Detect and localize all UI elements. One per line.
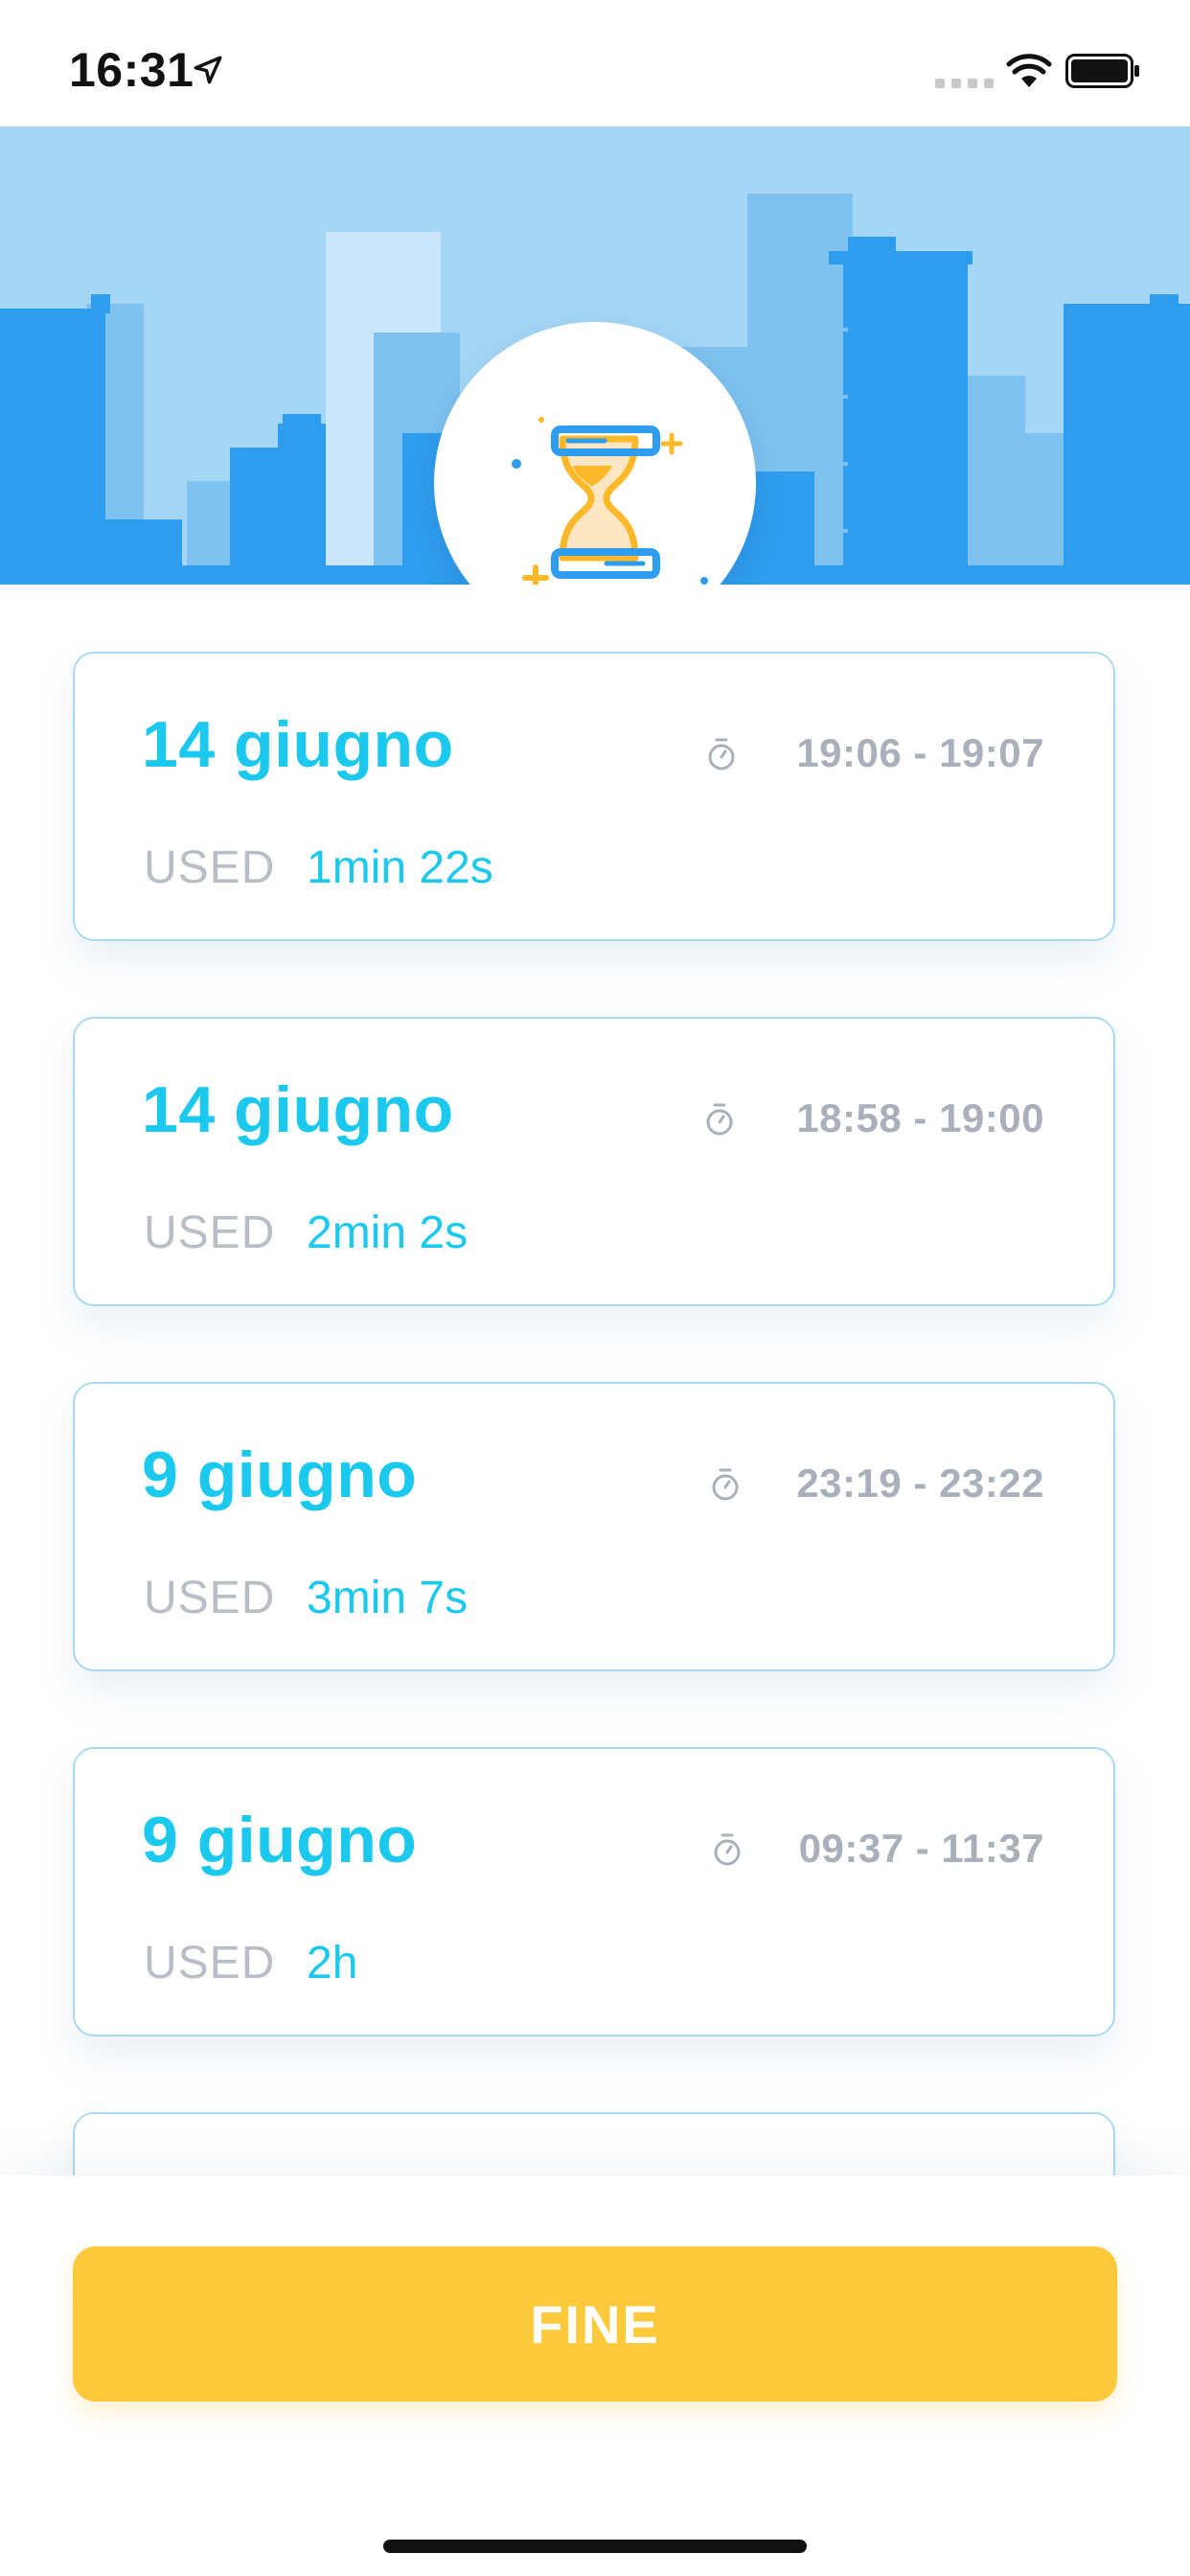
session-time-range: 09:37 - 11:37 xyxy=(798,1826,1044,1871)
session-list[interactable]: 14 giugno 19:06 - 19:07 USED 1min 22s 14… xyxy=(0,585,1190,2175)
done-button[interactable]: FINE xyxy=(73,2246,1117,2402)
session-date: 9 giugno xyxy=(142,1438,418,1511)
session-card[interactable]: 9 giugno 23:19 - 23:22 USED 3min 7s xyxy=(73,1382,1115,1671)
session-date: 14 giugno xyxy=(142,708,454,781)
stopwatch-icon xyxy=(706,1103,733,1136)
location-arrow-icon xyxy=(194,56,222,84)
used-label: USED xyxy=(144,1938,276,1989)
session-card[interactable]: 14 giugno 19:06 - 19:07 USED 1min 22s xyxy=(73,652,1115,941)
app-screen: 16:31 14 giugno 19:06 - 19:07 USED 1min … xyxy=(0,0,1190,2576)
status-bar: 16:31 xyxy=(0,0,1190,126)
used-duration: 1min 22s xyxy=(307,842,493,893)
used-duration: 2min 2s xyxy=(307,1208,469,1258)
used-duration: 3min 7s xyxy=(307,1573,469,1623)
session-date: 14 giugno xyxy=(142,1073,454,1146)
bottom-action-bar: FINE xyxy=(0,2175,1190,2576)
session-card[interactable]: 9 giugno 09:37 - 11:37 USED 2h xyxy=(73,1747,1115,2036)
session-card-partial[interactable] xyxy=(73,2112,1115,2175)
battery-icon xyxy=(1065,54,1139,88)
header-banner xyxy=(0,126,1190,585)
session-time-range: 23:19 - 23:22 xyxy=(796,1460,1044,1506)
used-duration: 2h xyxy=(307,1938,358,1989)
used-label: USED xyxy=(144,1208,276,1258)
used-label: USED xyxy=(144,1573,276,1623)
session-card[interactable]: 14 giugno 18:58 - 19:00 USED 2min 2s xyxy=(73,1017,1115,1306)
status-time: 16:31 xyxy=(69,43,195,97)
session-time-range: 19:06 - 19:07 xyxy=(796,730,1044,775)
stopwatch-icon xyxy=(712,1468,739,1501)
wifi-icon xyxy=(1006,54,1052,87)
stopwatch-icon xyxy=(714,1833,741,1866)
used-label: USED xyxy=(144,842,276,893)
home-indicator[interactable] xyxy=(383,2540,807,2553)
signal-icon xyxy=(935,79,994,88)
session-date: 9 giugno xyxy=(142,1804,418,1876)
session-time-range: 18:58 - 19:00 xyxy=(796,1095,1044,1140)
stopwatch-icon xyxy=(708,738,735,770)
hourglass-icon xyxy=(512,417,708,585)
